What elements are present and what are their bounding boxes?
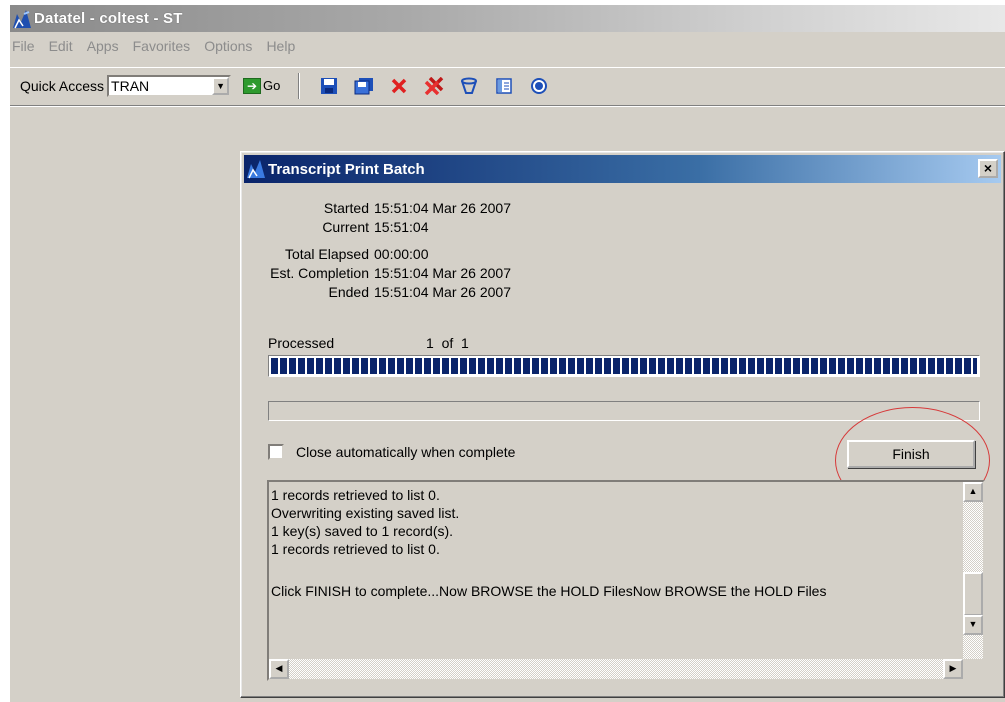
ended-value: 15:51:04 Mar 26 2007 xyxy=(374,284,511,300)
menu-favorites[interactable]: Favorites xyxy=(133,38,191,54)
processed-label: Processed xyxy=(268,335,335,351)
datatel-logo-icon xyxy=(12,9,32,29)
help-icon[interactable] xyxy=(528,75,550,97)
log-line: Overwriting existing saved list. xyxy=(271,505,460,521)
est-completion-row: Est. Completion 15:51:04 Mar 26 2007 xyxy=(229,265,511,281)
vertical-scroll-thumb[interactable] xyxy=(963,572,983,616)
scroll-up-icon[interactable]: ▲ xyxy=(963,482,983,502)
cancel-icon[interactable] xyxy=(388,75,410,97)
close-automatically-option[interactable]: Close automatically when complete xyxy=(268,444,515,460)
progress-bar xyxy=(268,355,980,377)
started-row: Started 15:51:04 Mar 26 2007 xyxy=(229,200,511,216)
quick-access-input[interactable]: TRAN xyxy=(109,77,212,95)
current-value: 15:51:04 xyxy=(374,219,429,235)
filter-icon[interactable] xyxy=(458,75,480,97)
toolbar-separator xyxy=(298,72,301,99)
scroll-right-icon[interactable]: ▶ xyxy=(943,659,963,679)
menu-apps[interactable]: Apps xyxy=(87,38,119,54)
save-all-icon[interactable] xyxy=(353,75,375,97)
dropdown-arrow-icon[interactable]: ▼ xyxy=(212,76,230,95)
log-line: 1 records retrieved to list 0. xyxy=(271,487,440,503)
started-label: Started xyxy=(323,200,369,216)
datatel-logo-icon xyxy=(246,159,266,179)
current-row: Current 15:51:04 xyxy=(229,219,429,235)
scroll-down-icon[interactable]: ▼ xyxy=(963,615,983,635)
log-text: 1 records retrieved to list 0. Overwriti… xyxy=(271,486,826,600)
quick-access-combobox[interactable]: TRAN ▼ xyxy=(107,74,232,97)
log-line: Click FINISH to complete...Now BROWSE th… xyxy=(271,583,827,599)
go-label: Go xyxy=(263,78,281,93)
dialog-titlebar[interactable]: Transcript Print Batch × xyxy=(244,155,1001,183)
started-value: 15:51:04 Mar 26 2007 xyxy=(374,200,511,216)
menu-bar: File Edit Apps Favorites Options Help xyxy=(10,34,1005,58)
menu-file[interactable]: File xyxy=(12,38,35,54)
total-elapsed-row: Total Elapsed 00:00:00 xyxy=(229,246,429,262)
ended-row: Ended 15:51:04 Mar 26 2007 xyxy=(229,284,511,300)
log-line: 1 records retrieved to list 0. xyxy=(271,541,440,557)
log-output-area[interactable]: 1 records retrieved to list 0. Overwriti… xyxy=(267,480,985,681)
scroll-left-icon[interactable]: ◀ xyxy=(269,659,289,679)
scrollbar-corner xyxy=(963,659,983,679)
log-line: 1 key(s) saved to 1 record(s). xyxy=(271,523,454,539)
menu-options[interactable]: Options xyxy=(204,38,252,54)
horizontal-scrollbar[interactable]: ◀ ▶ xyxy=(269,659,963,679)
toolbar: Quick Access TRAN ▼ ➔ Go xyxy=(10,67,1005,103)
go-button[interactable]: ➔ Go xyxy=(243,77,281,94)
vertical-scrollbar[interactable]: ▲ ▼ xyxy=(963,482,983,662)
go-arrow-icon: ➔ xyxy=(243,77,262,94)
progress-fill xyxy=(271,358,977,374)
menu-help[interactable]: Help xyxy=(266,38,295,54)
menu-edit[interactable]: Edit xyxy=(49,38,73,54)
current-label: Current xyxy=(322,219,369,235)
quick-access-label: Quick Access xyxy=(20,77,105,94)
total-elapsed-value: 00:00:00 xyxy=(374,246,429,262)
window-titlebar[interactable]: Datatel - coltest - ST xyxy=(10,5,1005,32)
cancel-all-icon[interactable] xyxy=(423,75,445,97)
list-icon[interactable] xyxy=(493,75,515,97)
close-icon[interactable]: × xyxy=(978,159,998,178)
total-elapsed-label: Total Elapsed xyxy=(284,246,369,262)
est-completion-label: Est. Completion xyxy=(270,265,369,281)
toolbar-bottom-border xyxy=(10,105,1005,107)
ended-label: Ended xyxy=(328,284,369,300)
transcript-print-batch-dialog: Transcript Print Batch × Started 15:51:04… xyxy=(240,151,1005,698)
processed-count: 1 of 1 xyxy=(426,335,469,351)
est-completion-value: 15:51:04 Mar 26 2007 xyxy=(374,265,511,281)
save-icon[interactable] xyxy=(318,75,340,97)
window-title: Datatel - coltest - ST xyxy=(34,10,183,27)
close-automatically-checkbox[interactable] xyxy=(268,444,284,460)
dialog-title: Transcript Print Batch xyxy=(268,160,425,178)
close-automatically-label: Close automatically when complete xyxy=(296,444,516,460)
app-window: Datatel - coltest - ST File Edit Apps Fa… xyxy=(10,5,1005,702)
